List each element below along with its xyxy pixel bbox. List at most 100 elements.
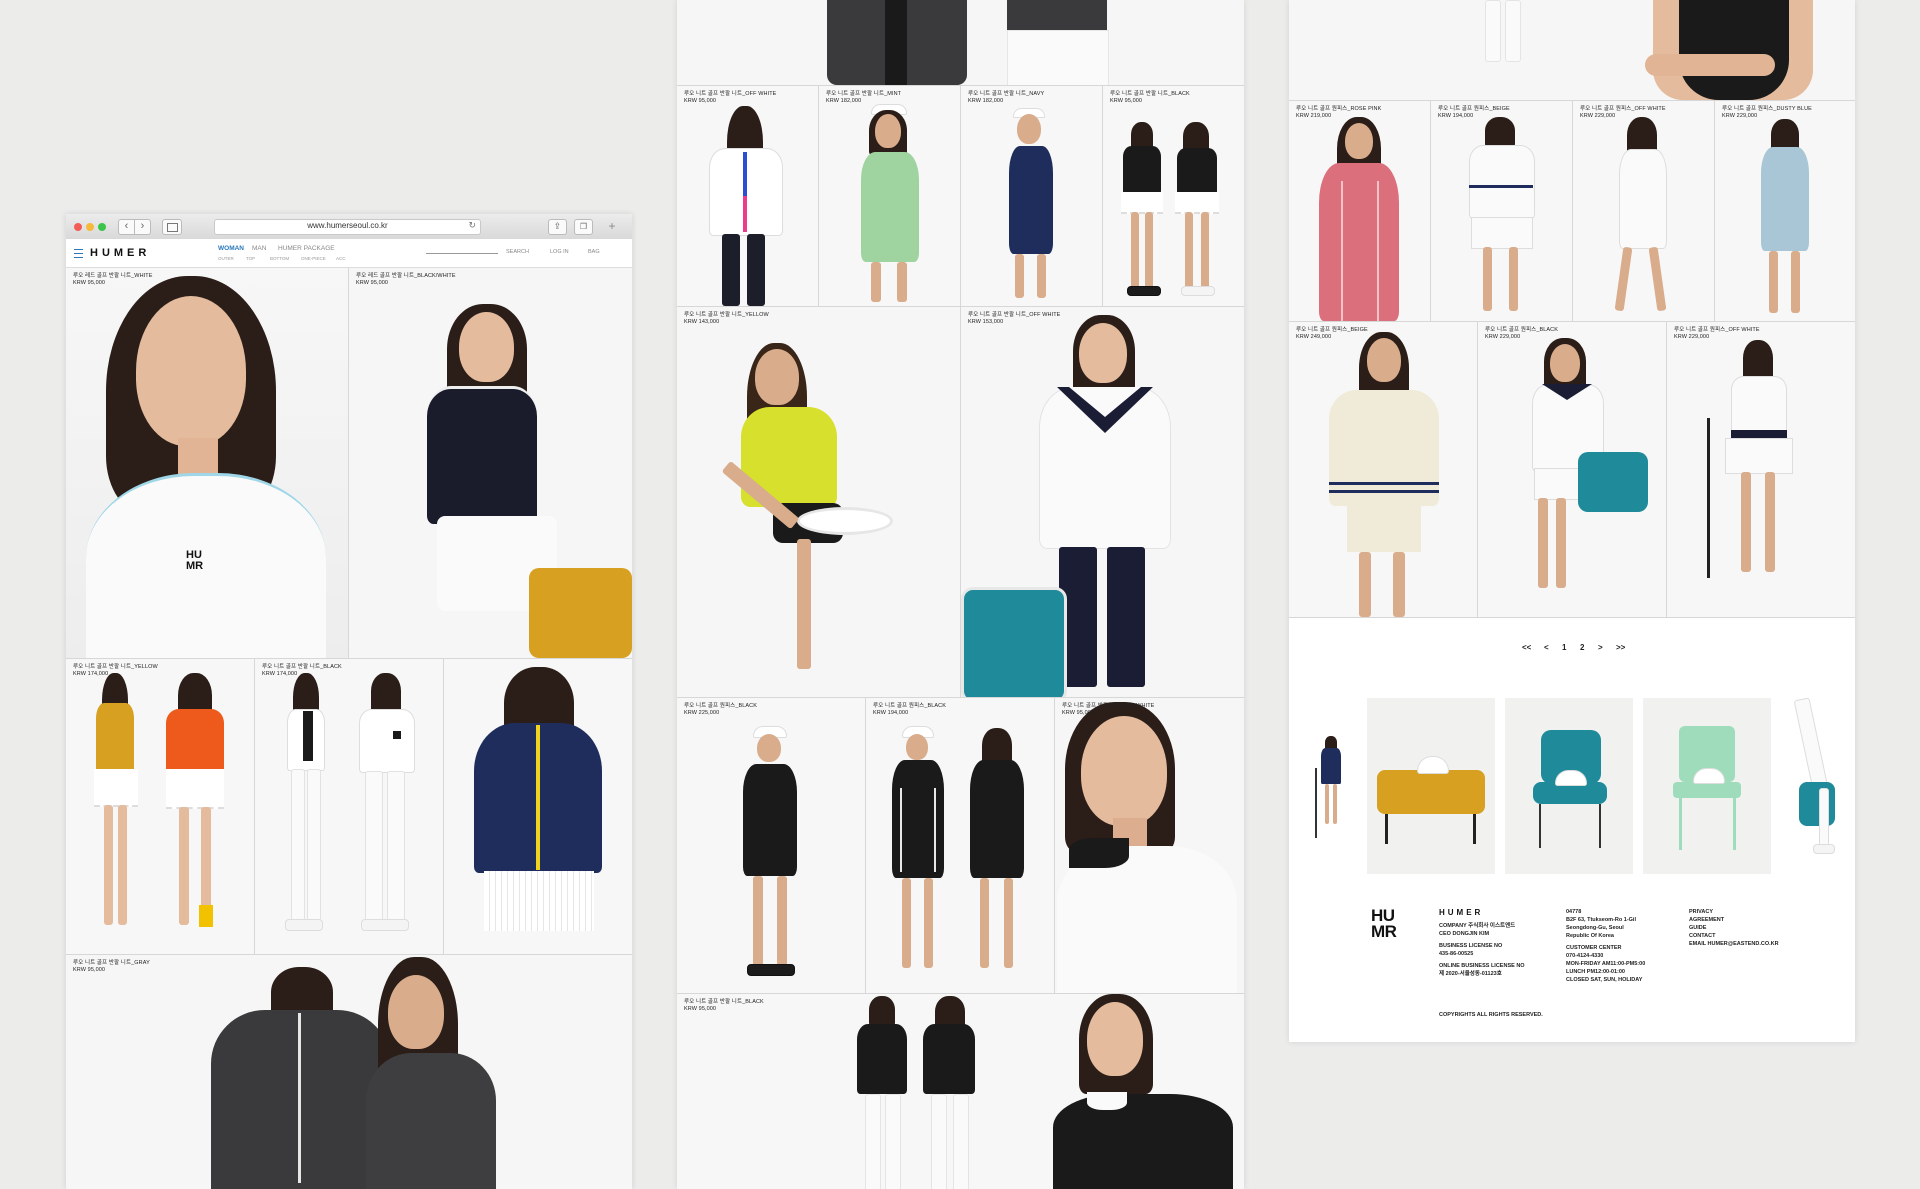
tabs-icon[interactable]: ❐: [574, 219, 593, 235]
product-caption: 루오 니트 골프 반팔 니트_BLACK KRW 95,000: [1110, 91, 1190, 104]
package-card[interactable]: [1289, 698, 1349, 874]
browser-window: ‹ › www.humerseoul.co.kr ↻ ⇪ ❐ + HUMER W…: [66, 214, 632, 1189]
model-photo: [677, 994, 1244, 1189]
product-card[interactable]: 루오 니트 골프 원피스_DUSTY BLUE KRW 229,000: [1715, 101, 1855, 321]
product-card[interactable]: 루오 니트 골프 반팔 니트_OFF WHITE KRW 153,000: [961, 307, 1244, 697]
product-caption: 루오 니트 골프 반팔 니트_BLACK KRW 174,000: [262, 664, 342, 677]
subnav-top[interactable]: TOP: [246, 256, 255, 261]
product-photo: [1367, 698, 1495, 874]
privacy-link[interactable]: PRIVACY: [1689, 908, 1779, 916]
product-card[interactable]: 루오 니트 골프 원피스_OFF WHITE KRW 229,000: [1667, 322, 1855, 617]
model-photo: [1289, 698, 1349, 874]
product-card[interactable]: 루오 니트 골프 반팔 니트_BLACK KRW 174,000: [255, 659, 443, 954]
site-header: HUMER WOMAN MAN HUMER PACKAGE OUTER TOP …: [66, 239, 632, 268]
product-card[interactable]: 루오 니트 골프 원피스_ROSE PINK KRW 219,000: [1289, 101, 1430, 321]
guide-link[interactable]: GUIDE: [1689, 924, 1779, 932]
email-link[interactable]: EMAIL HUMER@EASTEND.CO.KR: [1689, 940, 1779, 948]
reload-icon[interactable]: ↻: [468, 220, 476, 231]
product-card[interactable]: 루오 니트 골프 반팔 니트_OFF WHITE KRW 95,000: [677, 86, 818, 306]
bag-link[interactable]: BAG: [588, 249, 600, 255]
subnav-outer[interactable]: OUTER: [218, 256, 234, 261]
package-card[interactable]: [1779, 698, 1855, 874]
last-page-button[interactable]: >>: [1616, 643, 1625, 652]
site-logo[interactable]: HUMER: [90, 247, 150, 259]
product-card[interactable]: 루오 니트 골프 원피스_BLACK KRW 229,000: [1478, 322, 1666, 617]
model-photo: [1289, 101, 1430, 321]
product-caption: 루오 니트 골프 원피스_OFF WHITE KRW 229,000: [1580, 106, 1666, 119]
back-button[interactable]: ‹: [118, 219, 135, 235]
subnav-one-piece[interactable]: ONE-PIECE: [301, 256, 326, 261]
model-photo: [1715, 101, 1855, 321]
footer-brand-name: HUMER: [1439, 908, 1484, 917]
product-card[interactable]: 루오 니트 골프 원피스_BLACK KRW 194,000: [866, 698, 1054, 993]
forward-button[interactable]: ›: [134, 219, 151, 235]
product-caption: 루오 니트 골프 반팔 니트_NAVY KRW 182,000: [968, 91, 1045, 104]
nav-humer-package[interactable]: HUMER PACKAGE: [278, 245, 335, 252]
minimize-dot-icon[interactable]: [86, 223, 94, 231]
subnav-acc[interactable]: ACC: [336, 256, 346, 261]
subnav-bottom[interactable]: BOTTOM: [270, 256, 289, 261]
nav-woman[interactable]: WOMAN: [218, 245, 244, 252]
product-caption: 루오 니트 골프 원피스_BLACK KRW 225,000: [684, 703, 758, 716]
share-icon[interactable]: ⇪: [548, 219, 567, 235]
product-card[interactable]: HU MR 루오 레드 골프 반팔 니트_WHITE KRW 95,000: [66, 268, 348, 658]
product-caption: 루오 니트 골프 반팔 니트_YELLOW KRW 143,000: [684, 312, 769, 325]
product-card[interactable]: 루오 니트 골프 반팔 니트_GRAY KRW 95,000: [66, 955, 632, 1189]
model-photo: [66, 659, 254, 954]
product-card[interactable]: [1289, 0, 1855, 100]
package-card[interactable]: [1367, 698, 1495, 874]
search-link[interactable]: SEARCH: [506, 249, 529, 255]
login-link[interactable]: LOG IN: [550, 249, 569, 255]
agreement-link[interactable]: AGREEMENT: [1689, 916, 1779, 924]
model-photo: [1431, 101, 1572, 321]
model-photo: [1289, 0, 1855, 100]
address-bar[interactable]: www.humerseoul.co.kr ↻: [214, 219, 481, 235]
chest-logo: HU MR: [186, 549, 204, 572]
product-card[interactable]: 루오 니트 골프 반팔 니트_NAVY KRW 182,000: [961, 86, 1102, 306]
product-photo: [1505, 698, 1633, 874]
first-page-button[interactable]: <<: [1522, 643, 1531, 652]
footer: HU MR HUMER COMPANY 주식회사 이스트엔드 CEO DONGJI…: [1289, 900, 1855, 1042]
product-card[interactable]: 루오 니트 골프 반팔 니트_OFF WHITE KRW 95,000: [1055, 698, 1244, 993]
product-card[interactable]: [677, 0, 1244, 85]
sidebar-toggle-icon[interactable]: [162, 219, 182, 235]
product-card[interactable]: 루오 레드 골프 반팔 니트_BLACK/WHITE KRW 95,000: [349, 268, 632, 658]
product-card[interactable]: 루오 니트 골프 반팔 니트_MINT KRW 182,000: [819, 86, 960, 306]
product-card[interactable]: 루오 니트 골프 원피스_BLACK KRW 225,000: [677, 698, 865, 993]
product-card[interactable]: 루오 니트 골프 반팔 니트_YELLOW KRW 143,000: [677, 307, 960, 697]
page-2-link[interactable]: 2: [1580, 643, 1584, 652]
product-card[interactable]: 루오 니트 골프 반팔 니트_BLACK KRW 95,000: [677, 994, 1244, 1189]
menu-icon[interactable]: [74, 249, 83, 258]
product-caption: 루오 니트 골프 반팔 니트_GRAY KRW 95,000: [73, 960, 150, 973]
nav-man[interactable]: MAN: [252, 245, 266, 252]
model-photo: [819, 86, 960, 306]
prev-page-button[interactable]: <: [1544, 643, 1549, 652]
maximize-dot-icon[interactable]: [98, 223, 106, 231]
new-tab-button[interactable]: +: [606, 220, 618, 232]
model-photo: [444, 659, 632, 954]
footer-links: PRIVACY AGREEMENT GUIDE CONTACT EMAIL HU…: [1689, 908, 1779, 948]
product-caption: 루오 니트 골프 원피스_BLACK KRW 194,000: [873, 703, 947, 716]
footer-logo-mark: HU MR: [1371, 906, 1397, 941]
package-card[interactable]: [1643, 698, 1771, 874]
product-photo: [1643, 698, 1771, 874]
copyright: COPYRIGHTS ALL RIGHTS RESERVED.: [1439, 1012, 1543, 1018]
product-card[interactable]: 루오 니트 골프 반팔 니트_BLACK KRW 95,000: [1103, 86, 1244, 306]
product-card[interactable]: [444, 659, 632, 954]
product-card[interactable]: 루오 니트 골프 반팔 니트_YELLOW KRW 174,000: [66, 659, 254, 954]
pagination: << < 1 2 > >>: [1522, 643, 1632, 655]
contact-link[interactable]: CONTACT: [1689, 932, 1779, 940]
next-page-button[interactable]: >: [1598, 643, 1603, 652]
model-photo: [677, 307, 960, 697]
model-photo: [349, 268, 632, 658]
product-caption: 루오 니트 골프 반팔 니트_MINT KRW 182,000: [826, 91, 902, 104]
product-card[interactable]: 루오 니트 골프 원피스_BEIGE KRW 249,000: [1289, 322, 1477, 617]
close-dot-icon[interactable]: [74, 223, 82, 231]
footer-address-info: 04778 B2F 63, Ttukseom-Ro 1-Gil Seongdon…: [1566, 909, 1646, 983]
search-underline[interactable]: [426, 253, 498, 254]
product-card[interactable]: 루오 니트 골프 원피스_BEIGE KRW 194,000: [1431, 101, 1572, 321]
product-caption: 루오 레드 골프 반팔 니트_WHITE KRW 95,000: [73, 273, 153, 286]
package-card[interactable]: [1505, 698, 1633, 874]
page-1-link[interactable]: 1: [1562, 643, 1566, 652]
product-card[interactable]: 루오 니트 골프 원피스_OFF WHITE KRW 229,000: [1573, 101, 1714, 321]
